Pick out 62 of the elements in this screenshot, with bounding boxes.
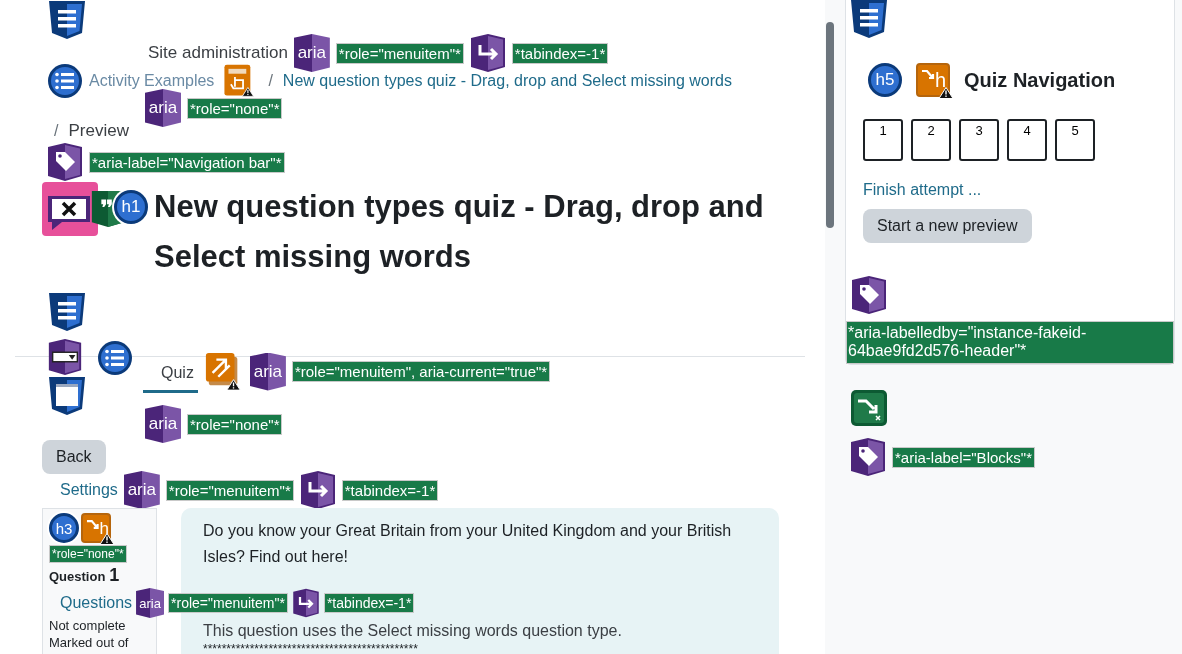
aria-icon: aria (123, 471, 160, 509)
question-text: ********************************************** (203, 642, 419, 654)
arrow-icon (291, 588, 320, 618)
dropdown-icon (47, 338, 83, 376)
back-button[interactable]: Back (42, 440, 106, 474)
question-marks: Marked out of (49, 635, 130, 650)
annotation-label: *role="menuitem"* (168, 593, 288, 613)
skip-link-icon (850, 389, 888, 427)
breadcrumb-separator: / (53, 122, 60, 140)
annotation-label: *aria-label="Blocks"* (892, 446, 1035, 468)
question-number: 1 (109, 565, 120, 586)
list-icon (97, 340, 133, 376)
link[interactable]: Settings (60, 481, 118, 499)
error-icon (42, 182, 98, 236)
breadcrumb-separator: / (267, 72, 274, 90)
arrow-icon (299, 470, 336, 510)
question-text: Do you know your Great Britain from your United Kingdom and your British Isles? Find out here! (203, 521, 733, 567)
scrollbar[interactable] (826, 22, 834, 228)
annotation-label: *role="none"* (187, 413, 283, 435)
list-icon (47, 63, 83, 99)
annotation-label: *aria-label="Navigation bar"* (89, 151, 285, 173)
question-label: Question (49, 569, 106, 584)
heading-icon: h1 (114, 190, 148, 224)
block-title: Quiz Navigation (964, 68, 1116, 92)
arrow-icon (469, 33, 506, 73)
aria-icon: aria (293, 34, 330, 72)
link[interactable]: Activity Examples (89, 72, 215, 90)
question-text: This question uses the Select missing words question type. (203, 621, 623, 641)
link[interactable]: New question types quiz - Drag, drop and Select missing words (282, 72, 732, 90)
annotation-label: *role="menuitem"* (335, 42, 464, 64)
window-icon (47, 376, 87, 416)
heading-icon: h5 (868, 63, 902, 97)
structure-icon (47, 292, 87, 332)
page-title: New question types quiz - Drag, drop and Select missing words (154, 188, 765, 276)
quiz-tab[interactable]: Quiz (143, 354, 198, 393)
annotation-label: *role="none"* (49, 545, 127, 563)
question-nav-button[interactable]: 4 (1007, 119, 1047, 161)
finish-attempt-link[interactable]: Finish attempt ... (846, 161, 1174, 199)
start-preview-button[interactable]: Start a new preview (863, 209, 1032, 243)
annotation-label: *tabindex=-1* (341, 479, 439, 501)
question-state: Not complete (49, 618, 127, 633)
annotation-label: *role="menuitem", aria-current="true"* (291, 361, 551, 382)
question-nav-button[interactable]: 3 (959, 119, 999, 161)
aria-icon: aria (145, 405, 181, 443)
breadcrumb-text: Preview (68, 121, 129, 141)
annotation-label: *role="none"* (187, 97, 283, 119)
breadcrumb-text: Site administration (148, 43, 288, 63)
question-nav-button[interactable]: 2 (911, 119, 951, 161)
aria-icon: aria (136, 588, 165, 618)
annotation-label: *role="menuitem"* (165, 479, 294, 501)
annotation-label: *tabindex=-1* (511, 42, 609, 64)
tag-icon (851, 275, 887, 315)
aria-icon: aria (249, 352, 286, 391)
aria-icon: aria (145, 89, 181, 127)
question-nav-button[interactable]: 5 (1055, 119, 1095, 161)
link[interactable]: Questions (60, 594, 133, 612)
heading-icon: h3 (49, 513, 79, 543)
annotation-label: *tabindex=-1* (323, 593, 415, 613)
tag-icon (47, 142, 83, 182)
question-nav-button[interactable]: 1 (863, 119, 903, 161)
annotation-label: *aria-labelledby="instance-fakeid-64bae9fd2d576-header"* (846, 321, 1174, 364)
tag-icon (850, 437, 886, 477)
